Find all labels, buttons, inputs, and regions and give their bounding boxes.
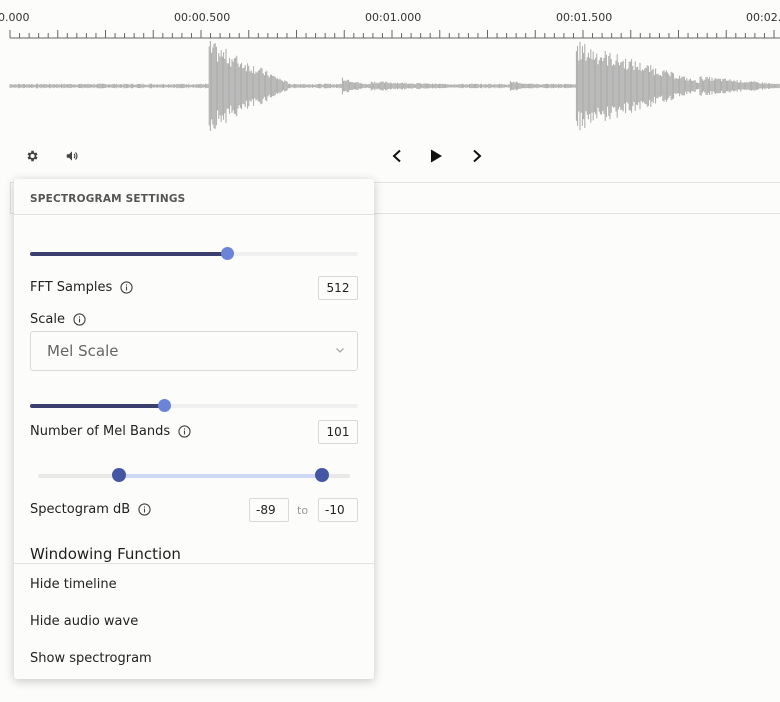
info-icon[interactable] bbox=[120, 281, 133, 294]
mel-bands-slider[interactable] bbox=[30, 399, 358, 413]
chevron-right-icon bbox=[473, 149, 482, 163]
mel-slider-thumb[interactable] bbox=[158, 399, 172, 412]
timeline-tick-label: 00:01.000 bbox=[365, 11, 422, 24]
fft-samples-slider[interactable] bbox=[30, 247, 358, 261]
play-button[interactable] bbox=[424, 144, 448, 168]
info-icon[interactable] bbox=[138, 503, 151, 516]
mel-slider-fill bbox=[30, 404, 165, 408]
mel-bands-value[interactable]: 101 bbox=[318, 420, 358, 444]
spectrogram-settings-panel: SPECTROGRAM SETTINGS FFT Samples 512 Sca… bbox=[14, 179, 374, 679]
db-range-high-thumb[interactable] bbox=[314, 468, 329, 482]
db-max-input[interactable]: -10 bbox=[318, 498, 358, 522]
mel-bands-label: Number of Mel Bands bbox=[30, 424, 191, 439]
db-min-input[interactable]: -89 bbox=[249, 498, 289, 522]
scale-selected-value: Mel Scale bbox=[47, 342, 119, 360]
fft-samples-value[interactable]: 512 bbox=[318, 276, 358, 300]
fft-samples-label: FFT Samples bbox=[30, 280, 133, 295]
timeline-tick-label: 00:02.000 bbox=[746, 11, 780, 24]
audio-waveform[interactable] bbox=[0, 38, 780, 134]
play-icon bbox=[431, 149, 442, 163]
next-button[interactable] bbox=[465, 144, 489, 168]
settings-button[interactable] bbox=[20, 144, 44, 168]
timeline-tick-label: 00:00.500 bbox=[174, 11, 231, 24]
info-icon[interactable] bbox=[73, 313, 86, 326]
scale-label: Scale bbox=[30, 312, 86, 327]
waveform-path bbox=[9, 41, 780, 131]
spectrogram-db-label: Spectogram dB bbox=[30, 502, 151, 517]
fft-slider-thumb[interactable] bbox=[220, 247, 234, 260]
chevron-left-icon bbox=[392, 149, 401, 163]
show-spectrogram-menu-item[interactable]: Show spectrogram bbox=[30, 651, 152, 666]
chevron-down-icon bbox=[336, 348, 344, 353]
hide-timeline-menu-item[interactable]: Hide timeline bbox=[30, 577, 117, 592]
spectrogram-db-range-slider[interactable] bbox=[38, 468, 350, 483]
scale-select[interactable]: Mel Scale bbox=[30, 331, 358, 371]
previous-button[interactable] bbox=[385, 144, 409, 168]
windowing-function-heading: Windowing Function bbox=[30, 545, 181, 563]
hide-audio-wave-menu-item[interactable]: Hide audio wave bbox=[30, 614, 138, 629]
timeline-tick-label: 00:01.500 bbox=[556, 11, 613, 24]
timeline[interactable]: 0.000 00:00.500 00:01.000 00:01.500 00:0… bbox=[0, 0, 780, 40]
volume-button[interactable] bbox=[60, 144, 84, 168]
fft-slider-fill bbox=[30, 252, 227, 256]
info-icon[interactable] bbox=[178, 425, 191, 438]
volume-icon bbox=[66, 151, 78, 161]
divider bbox=[14, 563, 374, 564]
db-range-to-label: to bbox=[297, 504, 309, 517]
db-range-fill bbox=[119, 474, 322, 478]
timeline-tick-label: 0.000 bbox=[0, 11, 30, 24]
gear-icon bbox=[27, 150, 38, 162]
panel-title: SPECTROGRAM SETTINGS bbox=[14, 179, 374, 215]
db-range-low-thumb[interactable] bbox=[112, 468, 127, 482]
